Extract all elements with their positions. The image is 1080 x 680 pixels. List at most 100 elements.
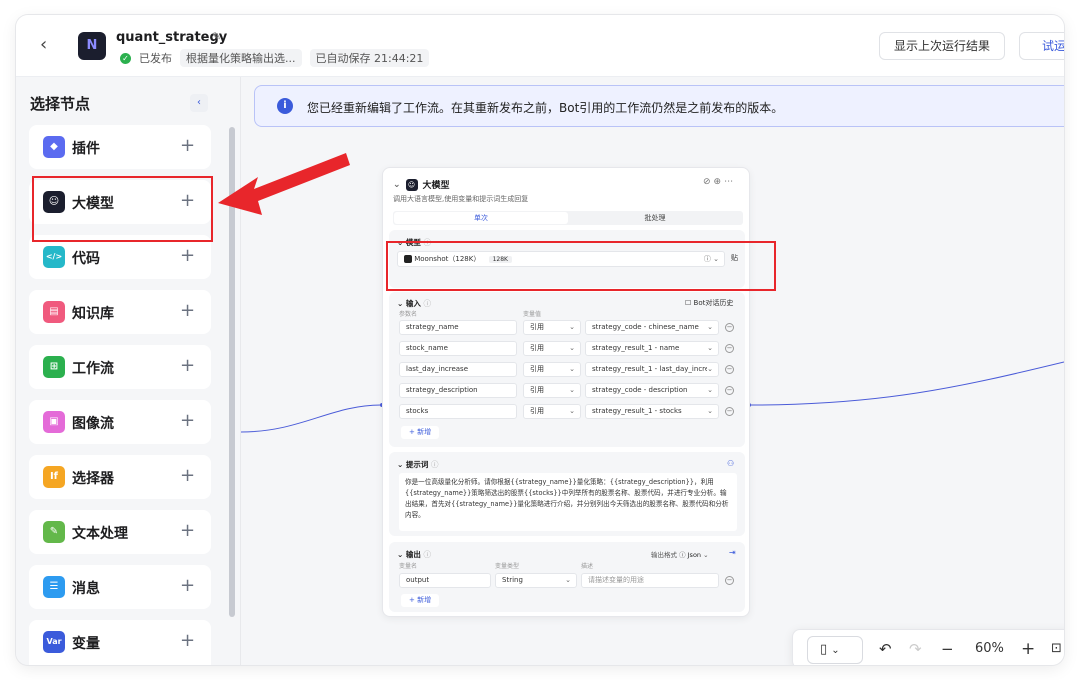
sidebar-item-message[interactable]: ☰ 消息 + <box>29 565 211 609</box>
remove-row-icon[interactable]: − <box>725 407 734 416</box>
zoom-out-icon[interactable]: − <box>941 639 954 659</box>
output-section-title: ⌄ 输出 ⓘ <box>397 550 432 559</box>
param-name-field[interactable]: stock_name <box>399 341 517 356</box>
output-desc-field[interactable]: 请描述变量的用途 <box>581 573 719 588</box>
redo-icon[interactable]: ↷ <box>909 639 922 659</box>
red-arrow-annotation <box>218 153 350 215</box>
sidebar-item-label: 消息 <box>72 581 100 597</box>
undo-icon[interactable]: ↶ <box>879 639 892 659</box>
plus-icon[interactable]: + <box>180 629 195 653</box>
show-last-run-button[interactable]: 显示上次运行结果 <box>879 32 1006 60</box>
collapse-sidebar-icon[interactable]: ‹ <box>190 94 208 112</box>
sidebar-item-label: 文本处理 <box>72 526 128 542</box>
plus-icon[interactable]: + <box>180 354 195 378</box>
tab-batch[interactable]: 批处理 <box>568 212 742 224</box>
fit-view-icon[interactable]: ⊡ <box>1051 639 1062 659</box>
red-arrow-shape <box>218 153 350 215</box>
param-name-field[interactable]: last_day_increase <box>399 362 517 377</box>
sidebar-item-label: 变量 <box>72 636 100 652</box>
sidebar-item-label: 代码 <box>72 251 100 267</box>
app-description: 根据量化策略输出选... <box>180 49 302 67</box>
sidebar-item-imageflow[interactable]: ▣ 图像流 + <box>29 400 211 444</box>
node-actions[interactable]: ⊘⊕⋯ <box>703 177 736 187</box>
text-icon: ✎ <box>43 521 65 543</box>
workflow-icon: ⊞ <box>43 356 65 378</box>
output-type-select[interactable]: String ⌄ <box>495 573 577 588</box>
plus-icon[interactable]: + <box>180 464 195 488</box>
model-highlight-box <box>386 241 776 291</box>
app-title: quant_strategy <box>116 30 228 45</box>
canvas-toolbar: ▯ ⌄ ↶ ↷ − 60% + ⊡ <box>792 629 1064 665</box>
output-export-icon[interactable]: ⇥ <box>729 548 736 557</box>
edit-icon[interactable]: ✎ <box>212 30 221 43</box>
sidebar-item-selector[interactable]: If 选择器 + <box>29 455 211 499</box>
prompt-expand-icon[interactable]: ⚇ <box>727 459 734 468</box>
param-name-field[interactable]: strategy_name <box>399 320 517 335</box>
llm-face-icon: ☺ <box>405 178 418 191</box>
plus-icon[interactable]: + <box>180 519 195 543</box>
remove-row-icon[interactable]: − <box>725 365 734 374</box>
chevron-down-icon[interactable]: ⌄ <box>393 180 401 190</box>
if-icon: If <box>43 466 65 488</box>
plus-icon[interactable]: + <box>180 574 195 598</box>
col-desc-label: 描述 <box>581 563 594 570</box>
info-icon: i <box>277 98 293 114</box>
zoom-in-icon[interactable]: + <box>1021 639 1035 659</box>
ref-value-select[interactable]: strategy_result_1 - last_day_incre ⌄ <box>585 362 719 377</box>
chevron-down-icon: ⌄ <box>831 645 840 656</box>
sidebar-item-variable[interactable]: Var 变量 + <box>29 620 211 665</box>
sidebar-item-label: 工作流 <box>72 361 114 377</box>
add-input-button[interactable]: + 新增 <box>401 426 440 439</box>
sidebar-item-plugin[interactable]: ◆ 插件 + <box>29 125 211 169</box>
plus-icon[interactable]: + <box>180 134 195 158</box>
param-name-field[interactable]: stocks <box>399 404 517 419</box>
param-name-field[interactable]: strategy_description <box>399 383 517 398</box>
message-icon: ☰ <box>43 576 65 598</box>
add-output-button[interactable]: + 新增 <box>401 594 440 607</box>
ref-value-select[interactable]: strategy_code - chinese_name ⌄ <box>585 320 719 335</box>
prompt-section-title: ⌄ 提示词 ⓘ <box>397 460 439 469</box>
output-format[interactable]: 输出格式 ⓘ Json ⌄ <box>651 549 709 559</box>
input-section-title: ⌄ 输入 ⓘ <box>397 299 432 308</box>
check-circle-icon: ✓ <box>120 52 131 64</box>
cube-icon: ◆ <box>43 136 65 158</box>
ref-type-select[interactable]: 引用 ⌄ <box>523 404 581 419</box>
tab-single[interactable]: 单次 <box>394 212 568 224</box>
notice-banner: i 您已经重新编辑了工作流。在其重新发布之前，Bot引用的工作流仍然是之前发布的… <box>254 85 1064 127</box>
ref-value-select[interactable]: strategy_result_1 - name ⌄ <box>585 341 719 356</box>
remove-row-icon[interactable]: − <box>725 386 734 395</box>
remove-row-icon[interactable]: − <box>725 344 734 353</box>
node-description: 调用大语言模型,使用变量和提示词生成回复 <box>393 195 529 203</box>
mouse-mode-select[interactable]: ▯ ⌄ <box>807 636 863 664</box>
remove-row-icon[interactable]: − <box>725 323 734 332</box>
prompt-textarea[interactable]: 你是一位高级量化分析师。请你根据{{strategy_name}}量化策略：{{… <box>399 473 737 531</box>
test-run-button[interactable]: 试运 <box>1019 32 1064 60</box>
remove-row-icon[interactable]: − <box>725 576 734 585</box>
ref-type-select[interactable]: 引用 ⌄ <box>523 362 581 377</box>
ref-type-select[interactable]: 引用 ⌄ <box>523 383 581 398</box>
sidebar-item-label: 知识库 <box>72 306 114 322</box>
sidebar-item-text[interactable]: ✎ 文本处理 + <box>29 510 211 554</box>
output-name-field[interactable]: output <box>399 573 491 588</box>
plus-icon[interactable]: + <box>180 409 195 433</box>
ref-type-select[interactable]: 引用 ⌄ <box>523 341 581 356</box>
plus-icon[interactable]: + <box>180 244 195 268</box>
bot-history-toggle[interactable]: ☐ Bot对话历史 <box>685 298 733 308</box>
input-wire <box>241 404 382 433</box>
col-value-label: 变量值 <box>523 311 542 318</box>
code-icon: </> <box>43 246 65 268</box>
plus-icon[interactable]: + <box>180 299 195 323</box>
sidebar-item-knowledge[interactable]: ▤ 知识库 + <box>29 290 211 334</box>
sidebar-item-label: 插件 <box>72 141 100 157</box>
node-sidebar: 选择节点 ‹ ◆ 插件 + ☺ 大模型 + </> 代码 + ▤ 知识库 + ⊞… <box>16 77 241 665</box>
top-header: ‹ N quant_strategy ✎ ✓ 已发布 根据量化策略输出选... … <box>16 15 1064 77</box>
back-icon[interactable]: ‹ <box>40 35 60 55</box>
col-name-label: 变量名 <box>399 563 418 570</box>
ref-value-select[interactable]: strategy_code - description ⌄ <box>585 383 719 398</box>
ref-value-select[interactable]: strategy_result_1 - stocks ⌄ <box>585 404 719 419</box>
ref-type-select[interactable]: 引用 ⌄ <box>523 320 581 335</box>
sidebar-item-workflow[interactable]: ⊞ 工作流 + <box>29 345 211 389</box>
llm-node-card[interactable]: ⌄ ☺ 大模型 ⊘⊕⋯ 调用大语言模型,使用变量和提示词生成回复 单次 批处理 … <box>382 167 750 617</box>
app-window: ‹ N quant_strategy ✎ ✓ 已发布 根据量化策略输出选... … <box>16 15 1064 665</box>
output-section: ⌄ 输出 ⓘ 输出格式 ⓘ Json ⌄ ⇥ 变量名 变量类型 描述 outpu… <box>389 542 745 612</box>
